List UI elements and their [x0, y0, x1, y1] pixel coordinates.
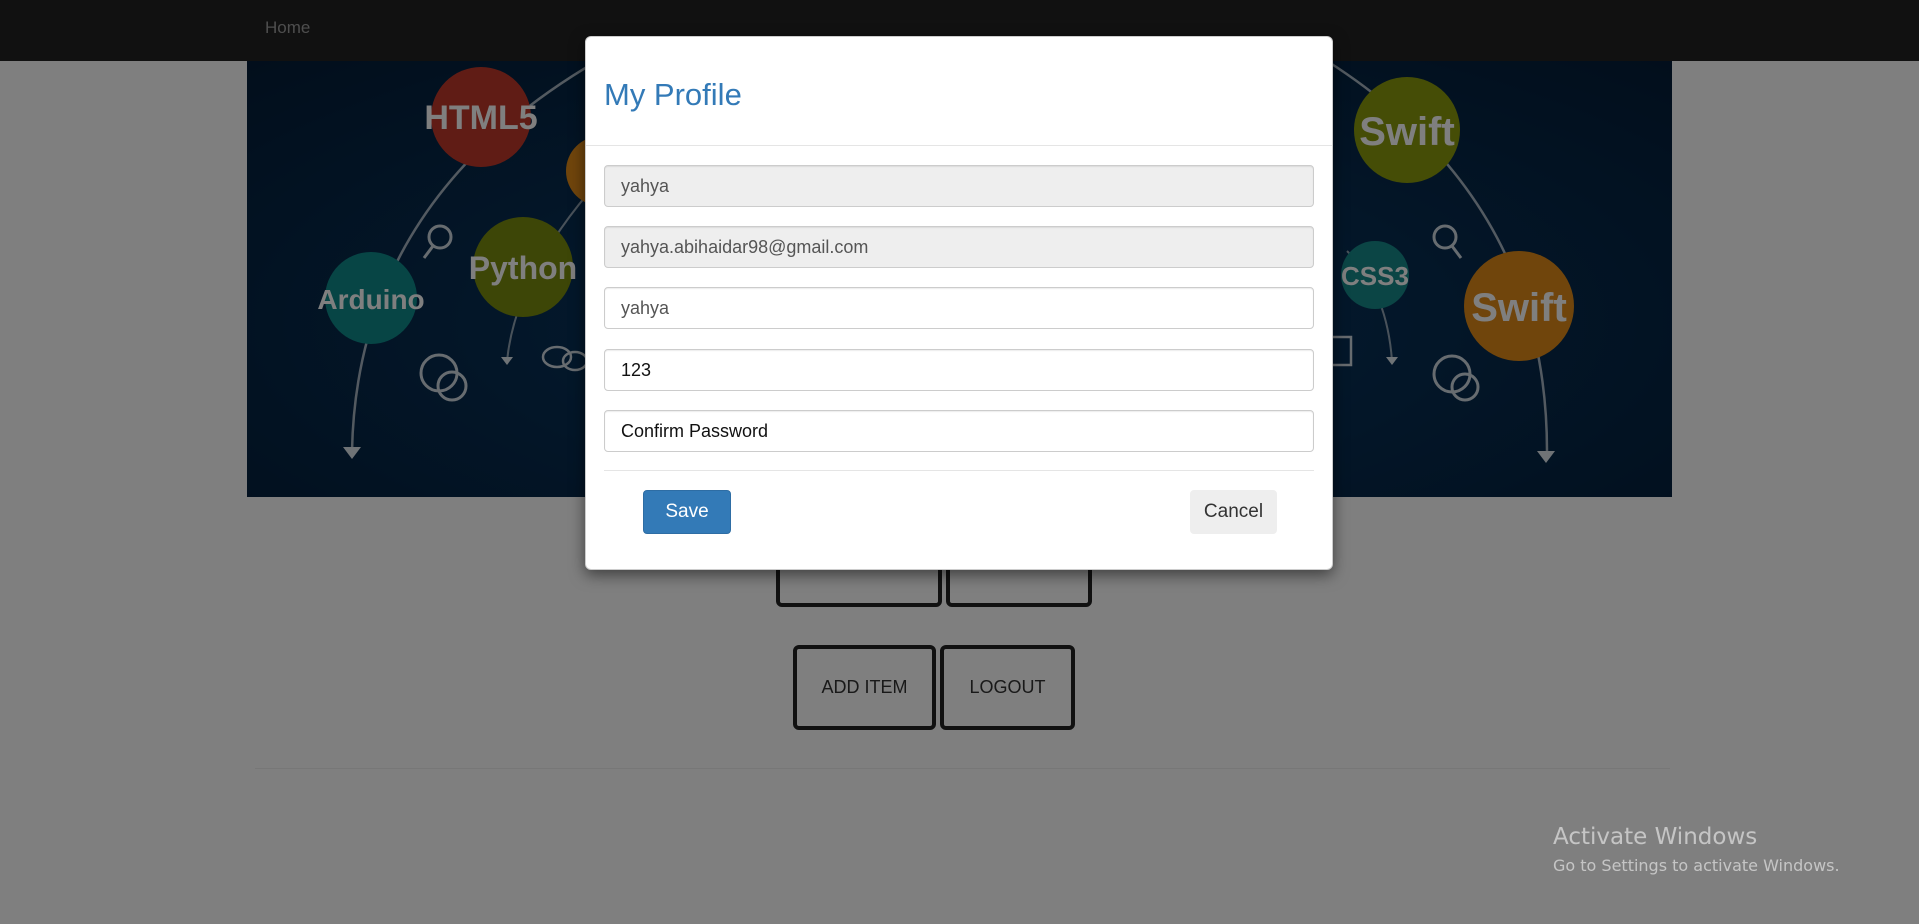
watermark-subtitle: Go to Settings to activate Windows.	[1553, 856, 1840, 875]
profile-modal: My Profile Save Cancel	[585, 36, 1333, 570]
username-field[interactable]	[604, 165, 1314, 207]
name-field[interactable]	[604, 287, 1314, 329]
windows-activation-watermark: Activate Windows Go to Settings to activ…	[1553, 824, 1840, 875]
cancel-button[interactable]: Cancel	[1190, 490, 1277, 534]
confirm-password-field[interactable]	[604, 410, 1314, 452]
modal-header: My Profile	[586, 37, 1332, 146]
modal-footer-divider	[604, 470, 1314, 471]
email-field[interactable]	[604, 226, 1314, 268]
modal-title: My Profile	[604, 77, 742, 112]
save-button[interactable]: Save	[643, 490, 731, 534]
password-field[interactable]	[604, 349, 1314, 391]
watermark-title: Activate Windows	[1553, 824, 1758, 850]
